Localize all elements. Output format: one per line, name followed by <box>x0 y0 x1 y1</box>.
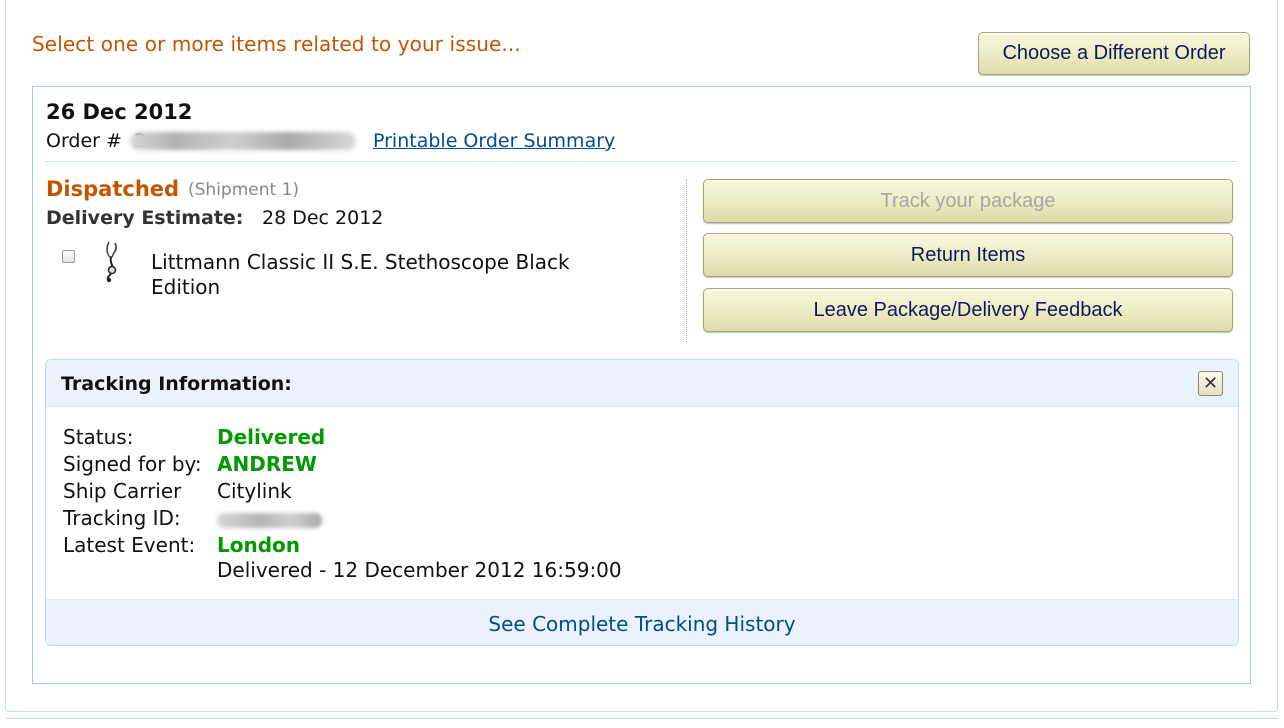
tracking-panel: Tracking Information: ✕ Status: Delivere… <box>45 359 1239 646</box>
tracking-history-bar: See Complete Tracking History <box>46 599 1238 645</box>
close-icon[interactable]: ✕ <box>1198 371 1223 396</box>
latest-event-detail: Delivered - 12 December 2012 16:59:00 <box>217 558 622 582</box>
shipment-number: (Shipment 1) <box>188 180 300 200</box>
item-title[interactable]: Littmann Classic II S.E. Stethoscope Bla… <box>151 250 631 300</box>
actions-divider <box>686 179 687 342</box>
ship-carrier-label: Ship Carrier <box>63 479 182 503</box>
return-items-button[interactable]: Return Items <box>703 233 1233 277</box>
page-heading: Select one or more items related to your… <box>32 32 521 56</box>
order-number-redacted <box>130 132 356 150</box>
signed-for-label: Signed for by: <box>63 452 202 476</box>
order-header-divider <box>45 161 1237 162</box>
tracking-id-redacted <box>217 513 322 528</box>
choose-different-order-button[interactable]: Choose a Different Order <box>978 32 1250 75</box>
track-package-button[interactable]: Track your package <box>703 179 1233 223</box>
latest-event-label: Latest Event: <box>63 533 196 557</box>
leave-feedback-button[interactable]: Leave Package/Delivery Feedback <box>703 288 1233 332</box>
track-package-label: Track your package <box>880 189 1056 212</box>
shipment-status: Dispatched <box>46 177 180 201</box>
tracking-id-label: Tracking ID: <box>63 506 181 530</box>
tracking-header: Tracking Information: ✕ <box>46 360 1238 407</box>
status-label: Status: <box>63 425 134 449</box>
order-date: 26 Dec 2012 <box>46 100 193 124</box>
leave-feedback-label: Leave Package/Delivery Feedback <box>813 298 1123 321</box>
printable-order-summary-link[interactable]: Printable Order Summary <box>373 130 615 152</box>
order-number-label: Order # <box>46 130 122 152</box>
status-value: Delivered <box>217 425 326 449</box>
return-items-label: Return Items <box>910 243 1026 266</box>
delivery-estimate-label: Delivery Estimate: <box>46 207 244 229</box>
order-card: 26 Dec 2012 Order # 2 Printable Order Su… <box>32 86 1251 684</box>
delivery-estimate-value: 28 Dec 2012 <box>262 207 384 229</box>
latest-event-location: London <box>217 533 301 557</box>
item-checkbox[interactable] <box>62 250 75 263</box>
tracking-title: Tracking Information: <box>61 373 292 395</box>
stethoscope-icon <box>97 240 127 284</box>
signed-for-value: ANDREW <box>217 452 317 476</box>
see-tracking-history-link[interactable]: See Complete Tracking History <box>488 612 795 636</box>
choose-different-order-label: Choose a Different Order <box>1002 42 1226 64</box>
ship-carrier-value: Citylink <box>217 479 292 503</box>
